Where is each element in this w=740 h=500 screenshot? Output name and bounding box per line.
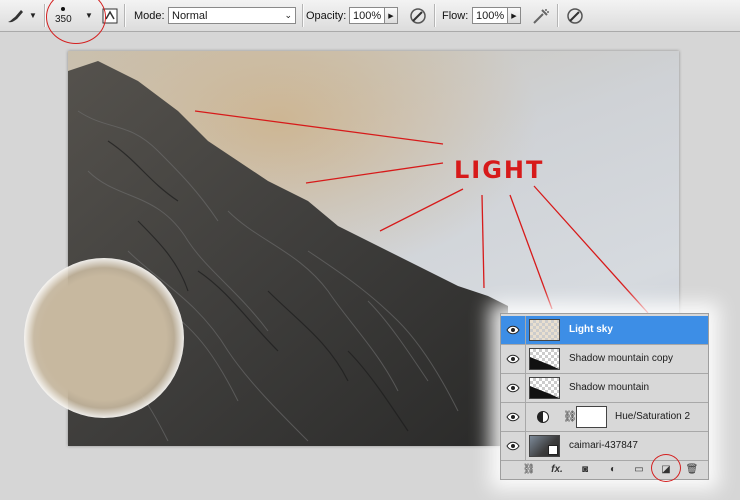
pressure-opacity-icon bbox=[408, 6, 428, 26]
divider bbox=[525, 345, 526, 373]
options-bar: ▼ 350 ▼ Mode: Normal ⌄ Opacity: 100% ▶ F… bbox=[0, 0, 740, 32]
annotation-line bbox=[305, 162, 444, 184]
layer-row-shadow-mountain[interactable]: Shadow mountain bbox=[501, 374, 708, 403]
layer-name: Hue/Saturation 2 bbox=[615, 411, 691, 422]
layer-name: Light sky bbox=[569, 324, 613, 335]
pressure-size-icon bbox=[565, 6, 585, 26]
opacity-field[interactable]: 100% ▶ bbox=[349, 0, 398, 31]
divider bbox=[525, 432, 526, 460]
play-arrow-icon: ▶ bbox=[511, 12, 517, 20]
trash-icon[interactable]: 🗑 bbox=[684, 462, 700, 476]
flow-slider-button[interactable]: ▶ bbox=[508, 7, 521, 24]
layer-name: Shadow mountain bbox=[569, 382, 650, 393]
layer-name: Shadow mountain copy bbox=[569, 353, 673, 364]
mask-icon[interactable]: ◙ bbox=[577, 462, 593, 476]
annotation-line bbox=[379, 188, 464, 232]
divider bbox=[525, 316, 526, 344]
mode-label: Mode: bbox=[134, 0, 165, 31]
link-icon[interactable]: ⛓ bbox=[521, 462, 537, 476]
separator bbox=[124, 4, 126, 27]
smart-object-icon bbox=[548, 445, 558, 455]
layer-name: caimari-437847 bbox=[569, 440, 638, 451]
separator bbox=[302, 4, 304, 27]
pressure-size-button[interactable] bbox=[565, 0, 585, 31]
eye-icon[interactable] bbox=[504, 350, 522, 368]
flow-label: Flow: bbox=[442, 0, 468, 31]
layer-thumbnail bbox=[529, 348, 560, 370]
layer-thumbnail bbox=[529, 319, 560, 341]
airbrush-button[interactable] bbox=[531, 0, 551, 31]
folder-icon[interactable]: ▭ bbox=[631, 462, 647, 476]
layer-thumbnail bbox=[529, 377, 560, 399]
airbrush-icon bbox=[531, 6, 551, 26]
eye-icon[interactable] bbox=[504, 379, 522, 397]
annotation-line bbox=[194, 110, 444, 145]
flow-value: 100% bbox=[476, 9, 505, 22]
brush-icon bbox=[6, 8, 26, 24]
separator bbox=[557, 4, 559, 27]
flow-label-text: Flow: bbox=[442, 9, 469, 22]
divider bbox=[525, 403, 526, 431]
annotation-line bbox=[481, 194, 485, 289]
divider bbox=[525, 374, 526, 402]
layer-row-shadow-mountain-copy[interactable]: Shadow mountain copy bbox=[501, 345, 708, 374]
layer-mask-thumbnail[interactable] bbox=[576, 406, 607, 428]
link-icon[interactable]: ⛓ bbox=[563, 410, 577, 423]
tool-preset-picker[interactable]: ▼ bbox=[6, 0, 37, 31]
brush-cursor-preview bbox=[24, 258, 184, 418]
layer-row-hue-saturation-2[interactable]: ⛓ Hue/Saturation 2 bbox=[501, 403, 708, 432]
mountain-shape-icon bbox=[530, 357, 559, 369]
layer-row-light-sky[interactable]: Light sky bbox=[501, 316, 708, 345]
play-arrow-icon: ▶ bbox=[388, 12, 394, 20]
pressure-opacity-button[interactable] bbox=[408, 0, 428, 31]
adjustment-layer-icon bbox=[537, 411, 549, 423]
light-annotation-label: LIGHT bbox=[454, 156, 545, 184]
opacity-label-text: Opacity: bbox=[306, 9, 347, 22]
mountain-shape-icon bbox=[530, 386, 559, 398]
opacity-value: 100% bbox=[353, 9, 382, 22]
mode-value: Normal bbox=[172, 9, 208, 22]
eye-icon[interactable] bbox=[504, 437, 522, 455]
layers-panel: Light sky Shadow mountain copy Shadow mo… bbox=[500, 313, 709, 480]
opacity-slider-button[interactable]: ▶ bbox=[385, 7, 398, 24]
layer-row-caimari-437847[interactable]: caimari-437847 bbox=[501, 432, 708, 461]
flow-field[interactable]: 100% ▶ bbox=[472, 0, 521, 31]
annotation-line bbox=[509, 194, 553, 310]
opacity-label: Opacity: bbox=[306, 0, 346, 31]
fx-icon[interactable]: fx. bbox=[549, 462, 565, 476]
eye-icon[interactable] bbox=[504, 408, 522, 426]
eye-icon[interactable] bbox=[504, 321, 522, 339]
annotation-line bbox=[533, 185, 649, 314]
brush-size-annotation-circle bbox=[46, 0, 106, 44]
chevron-down-icon: ▼ bbox=[29, 11, 37, 20]
adjustment-icon[interactable]: ◐ bbox=[605, 462, 621, 476]
mode-select[interactable]: Normal ⌄ bbox=[168, 0, 296, 31]
new-layer-annotation-circle bbox=[651, 454, 681, 482]
layer-thumbnail bbox=[529, 435, 560, 457]
mode-label-text: Mode: bbox=[134, 9, 165, 22]
chevron-down-icon: ⌄ bbox=[284, 10, 292, 20]
separator bbox=[434, 4, 436, 27]
